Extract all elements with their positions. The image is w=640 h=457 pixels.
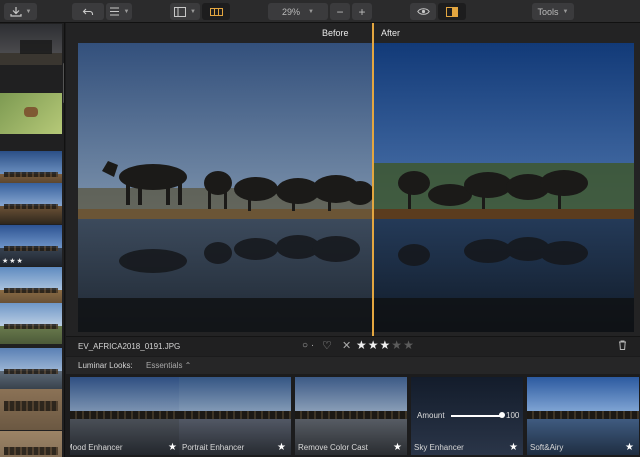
filmstrip-thumbnail[interactable] <box>0 93 62 134</box>
download-icon <box>9 7 22 17</box>
filmstrip-scrollbar[interactable] <box>63 63 64 103</box>
preset-name: Mood Enhancer <box>70 443 123 452</box>
chevron-down-icon: ▼ <box>562 8 569 15</box>
thumbnail-rating: ★★★ <box>2 258 24 265</box>
export-button[interactable]: ▼ <box>4 3 37 20</box>
preset-portrait-enhancer[interactable]: Portrait Enhancer ★ <box>179 377 291 455</box>
favorite-star-icon[interactable]: ★ <box>277 442 286 453</box>
wildebeest-photo <box>78 43 634 332</box>
preset-sky-enhancer[interactable]: Amount 100 Sky Enhancer ★ <box>411 377 523 455</box>
filmstrip-view-button[interactable] <box>202 3 230 20</box>
before-after-divider-handle[interactable] <box>372 23 374 336</box>
before-label: Before <box>322 28 349 38</box>
chevron-down-icon: ▼ <box>308 8 314 15</box>
favorite-star-icon[interactable]: ★ <box>625 442 634 453</box>
history-button[interactable]: ▼ <box>106 3 132 20</box>
photo-preview <box>78 43 634 332</box>
undo-button[interactable] <box>72 3 104 20</box>
flag-button[interactable]: ○ · <box>302 340 314 351</box>
eye-icon <box>416 8 430 15</box>
looks-category-dropdown[interactable]: Essentials ⌃ <box>146 361 191 370</box>
image-filename: EV_AFRICA2018_0191.JPG <box>78 342 181 351</box>
favorite-star-icon[interactable]: ★ <box>509 442 518 453</box>
after-label: After <box>381 28 401 38</box>
preset-name: Remove Color Cast <box>298 443 368 452</box>
star-filled-icon[interactable]: ★ <box>356 338 368 352</box>
star-rating[interactable]: ★★★★★ <box>356 338 415 352</box>
undo-icon <box>82 8 94 15</box>
filmstrip-thumbnail-selected[interactable]: ★★★ <box>0 225 62 266</box>
amount-slider-handle[interactable] <box>499 412 505 418</box>
filmstrip-thumbnail[interactable] <box>0 389 62 430</box>
split-compare-icon <box>446 6 458 17</box>
preset-name: Sky Enhancer <box>414 443 464 452</box>
zoom-in-button[interactable]: + <box>352 3 372 20</box>
preview-button[interactable] <box>410 3 436 20</box>
filmstrip-thumbnail[interactable] <box>0 431 62 457</box>
preset-name: Soft&Airy <box>530 443 564 452</box>
tools-label: Tools <box>537 6 559 17</box>
filmstrip-thumbnail[interactable] <box>0 267 62 308</box>
preset-soft-and-airy[interactable]: Soft&Airy ★ <box>527 377 639 455</box>
zoom-out-button[interactable]: − <box>330 3 350 20</box>
sidebar-toggle-button[interactable]: ▼ <box>170 3 200 20</box>
zoom-select[interactable]: 29% ▼ <box>268 3 328 20</box>
trash-icon[interactable] <box>618 340 627 352</box>
image-viewer[interactable]: Before After <box>66 23 640 336</box>
amount-slider-track[interactable] <box>451 415 501 417</box>
looks-title: Luminar Looks: <box>78 361 133 370</box>
compare-button[interactable] <box>438 3 466 20</box>
top-toolbar: ▼ ▼ ▼ 29% ▼ − + Tools ▼ <box>0 0 640 23</box>
looks-presets: Mood Enhancer ★ Portrait Enhancer ★ Remo… <box>66 374 640 457</box>
amount-value: 100 <box>506 411 520 420</box>
tools-menu-button[interactable]: Tools ▼ <box>532 3 574 20</box>
favorite-star-icon[interactable]: ★ <box>393 442 402 453</box>
favorite-heart-icon[interactable]: ♡ <box>322 339 332 352</box>
layout-panel-icon <box>174 6 187 17</box>
amount-slider[interactable]: Amount 100 <box>417 411 520 421</box>
history-list-icon <box>109 7 119 16</box>
chevron-down-icon: ▼ <box>25 8 32 15</box>
star-empty-icon[interactable]: ★ <box>403 338 415 352</box>
star-filled-icon[interactable]: ★ <box>380 338 392 352</box>
filmstrip-icon <box>209 7 223 16</box>
filmstrip-thumbnail[interactable] <box>0 183 62 224</box>
preset-name: Portrait Enhancer <box>182 443 245 452</box>
star-filled-icon[interactable]: ★ <box>368 338 380 352</box>
image-info-bar: EV_AFRICA2018_0191.JPG ○ · ♡ ✕ ★★★★★ <box>66 336 640 356</box>
preset-mood-enhancer[interactable]: Mood Enhancer ★ <box>70 377 182 455</box>
preset-remove-color-cast[interactable]: Remove Color Cast ★ <box>295 377 407 455</box>
amount-label: Amount <box>417 411 445 420</box>
reject-icon[interactable]: ✕ <box>342 339 351 352</box>
favorite-star-icon[interactable]: ★ <box>168 442 177 453</box>
star-empty-icon[interactable]: ★ <box>391 338 403 352</box>
chevron-down-icon: ▼ <box>190 8 196 15</box>
filmstrip-thumbnail[interactable] <box>0 24 62 65</box>
filmstrip[interactable]: ★★★ <box>0 23 65 457</box>
zoom-value: 29% <box>282 6 301 17</box>
filmstrip-thumbnail[interactable] <box>0 303 62 344</box>
filmstrip-thumbnail[interactable] <box>0 348 62 389</box>
chevron-down-icon: ▼ <box>123 8 130 15</box>
luminar-looks-bar: Luminar Looks: Essentials ⌃ <box>66 357 640 374</box>
